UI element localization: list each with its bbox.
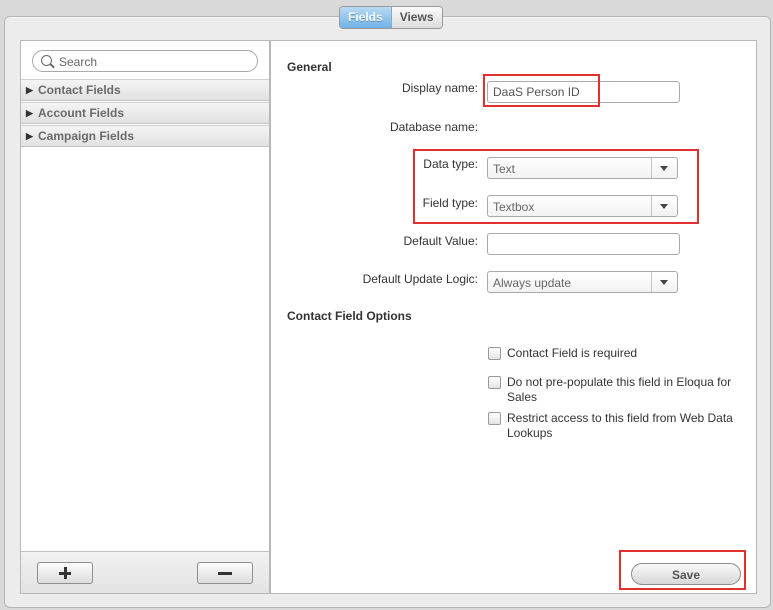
data-type-value: Text	[493, 162, 516, 176]
update-logic-value: Always update	[493, 276, 572, 290]
expand-triangle-icon: ▶	[26, 131, 33, 141]
prepopulate-label: Do not pre-populate this field in Eloqua…	[507, 375, 732, 404]
add-field-button[interactable]	[37, 562, 93, 584]
update-logic-label: Default Update Logic:	[362, 272, 478, 286]
field-type-select[interactable]: Textbox	[487, 195, 678, 217]
chevron-down-icon	[651, 158, 677, 178]
database-name-label: Database name:	[389, 120, 478, 134]
field-type-value: Textbox	[493, 200, 535, 214]
prepopulate-checkbox[interactable]	[488, 376, 501, 389]
search-input[interactable]	[57, 53, 251, 71]
restrict-access-label: Restrict access to this field from Web D…	[507, 411, 733, 440]
remove-field-button[interactable]	[197, 562, 253, 584]
list-footer	[21, 551, 269, 593]
expand-triangle-icon: ▶	[26, 108, 33, 118]
group-label: Campaign Fields	[38, 129, 135, 143]
view-switcher: Fields Views	[339, 6, 443, 29]
save-button[interactable]: Save	[631, 563, 741, 585]
required-label: Contact Field is required	[507, 346, 638, 360]
default-value-label: Default Value:	[403, 234, 479, 248]
field-details-panel: General Display name: Database name: Dat…	[270, 40, 757, 594]
display-name-label: Display name:	[401, 81, 478, 95]
restrict-access-checkbox[interactable]	[488, 412, 501, 425]
group-campaign-fields[interactable]: ▶ Campaign Fields	[21, 125, 269, 147]
tab-views[interactable]: Views	[391, 7, 442, 28]
options-section-title: Contact Field Options	[287, 309, 412, 323]
field-list-panel: ▶ Contact Fields ▶ Account Fields ▶ Camp…	[20, 40, 270, 594]
update-logic-select[interactable]: Always update	[487, 271, 678, 293]
field-type-label: Field type:	[422, 196, 478, 210]
data-type-label: Data type:	[423, 157, 478, 171]
search-icon	[41, 55, 52, 66]
chevron-down-icon	[651, 272, 677, 292]
group-account-fields[interactable]: ▶ Account Fields	[21, 102, 269, 124]
display-name-input[interactable]	[487, 81, 680, 103]
tab-fields[interactable]: Fields	[340, 7, 392, 28]
search-box[interactable]	[32, 50, 258, 72]
general-section-title: General	[287, 60, 332, 74]
expand-triangle-icon: ▶	[26, 85, 33, 95]
required-checkbox[interactable]	[488, 347, 501, 360]
chevron-down-icon	[651, 196, 677, 216]
group-contact-fields[interactable]: ▶ Contact Fields	[21, 79, 269, 101]
group-label: Account Fields	[38, 106, 125, 120]
data-type-select[interactable]: Text	[487, 157, 678, 179]
group-label: Contact Fields	[38, 83, 121, 97]
default-value-input[interactable]	[487, 233, 680, 255]
